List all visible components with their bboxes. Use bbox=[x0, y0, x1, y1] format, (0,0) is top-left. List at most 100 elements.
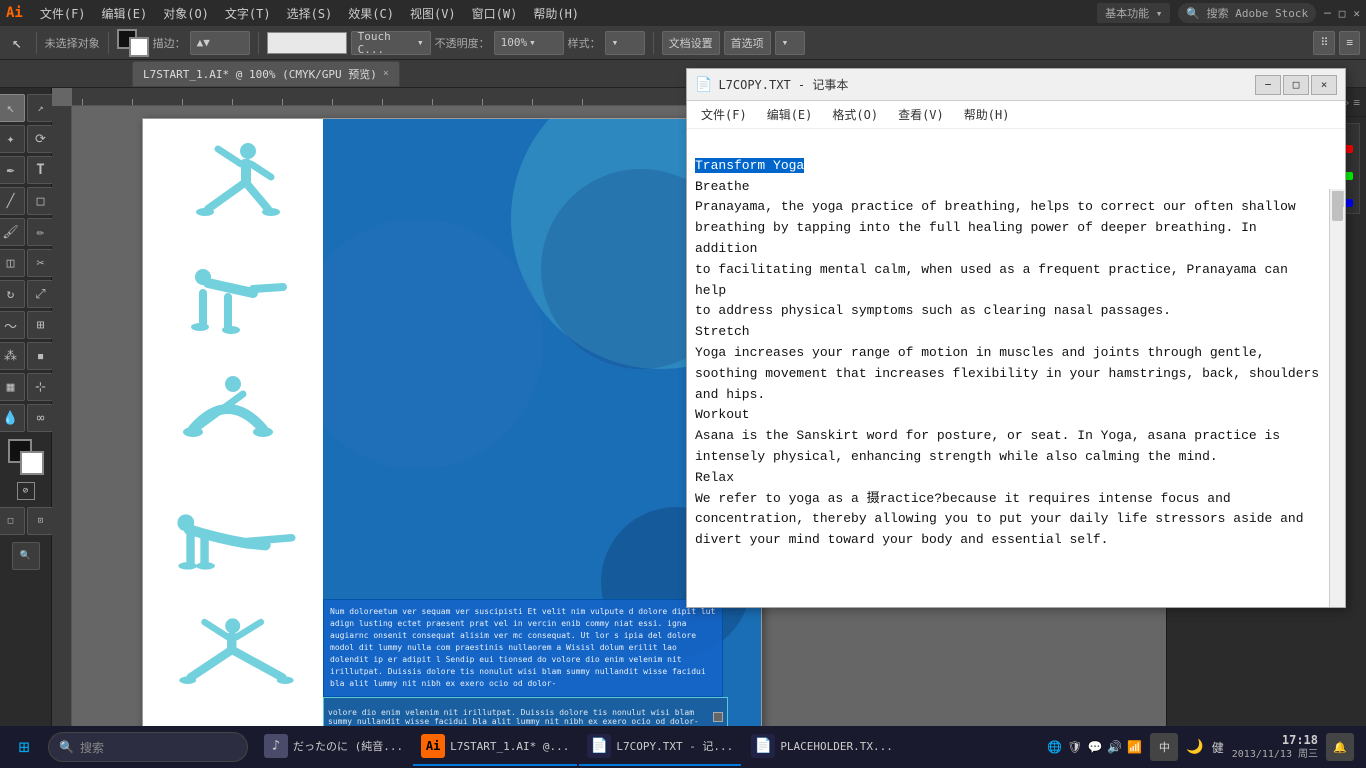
taskbar-search-box[interactable]: 🔍 搜索 bbox=[48, 732, 248, 762]
color-swatch-pair[interactable] bbox=[8, 439, 44, 475]
clock-time: 17:18 bbox=[1232, 733, 1318, 749]
select-tool[interactable]: ↖ bbox=[0, 94, 25, 122]
preferences-btn[interactable]: 首选项 bbox=[724, 31, 771, 55]
document-tab[interactable]: L7START_1.AI* @ 100% (CMYK/GPU 预览) × bbox=[132, 61, 400, 87]
artboard[interactable]: Num doloreetum ver sequam ver suscipisti… bbox=[142, 118, 762, 738]
notepad-content-area: Transform Yoga Breathe Pranayama, the yo… bbox=[687, 129, 1345, 607]
pen-tool[interactable]: ✒ bbox=[0, 156, 25, 184]
direct-select-tool[interactable]: ↗ bbox=[27, 94, 55, 122]
notepad-minimize-btn[interactable]: − bbox=[1255, 75, 1281, 95]
arrange-icons[interactable]: ⠿ bbox=[1313, 31, 1335, 55]
menu-effect[interactable]: 效果(C) bbox=[341, 3, 401, 24]
notepad-scrollbar[interactable]: ▲ ▼ bbox=[1329, 189, 1345, 607]
stroke-weight-input[interactable]: ▲▼ bbox=[190, 31, 250, 55]
mesh-tool[interactable]: ⊹ bbox=[27, 373, 55, 401]
start-button[interactable]: ⊞ bbox=[4, 727, 44, 767]
free-transform-tool[interactable]: ⊞ bbox=[27, 311, 55, 339]
menu-object[interactable]: 对象(O) bbox=[156, 3, 216, 24]
rotate-tool[interactable]: ↻ bbox=[0, 280, 25, 308]
taskbar-app-music[interactable]: ♪ だったのに (純音... bbox=[256, 728, 411, 766]
zoom-screen-btn[interactable]: 🔍 bbox=[12, 542, 40, 570]
window-restore-btn[interactable]: □ bbox=[1339, 7, 1346, 20]
taskbar: ⊞ 🔍 搜索 ♪ だったのに (純音... Ai L7START_1.AI* @… bbox=[0, 726, 1366, 768]
menu-window[interactable]: 窗口(W) bbox=[465, 3, 525, 24]
gradient-tool[interactable]: ▦ bbox=[0, 373, 25, 401]
notepad-icon: 📄 bbox=[591, 738, 608, 754]
no-selection-label: 未选择对象 bbox=[45, 35, 100, 51]
warp-tool[interactable]: 〜 bbox=[0, 311, 25, 339]
tray-chat-icon[interactable]: 💬 bbox=[1087, 740, 1102, 754]
action-btn[interactable]: ▾ bbox=[775, 31, 805, 55]
window-close-btn[interactable]: ✕ bbox=[1353, 7, 1360, 20]
notepad-app-label: L7COPY.TXT - 记... bbox=[616, 738, 733, 754]
doc-settings-btn[interactable]: 文档设置 bbox=[662, 31, 720, 55]
scale-tool[interactable]: ⤢ bbox=[27, 280, 55, 308]
selection-arrow-icon: ↖ bbox=[6, 31, 28, 55]
menu-view[interactable]: 视图(V) bbox=[403, 3, 463, 24]
placeholder-icon: 📄 bbox=[755, 738, 772, 754]
search-stock-btn[interactable]: 🔍 搜索 Adobe Stock bbox=[1178, 3, 1316, 23]
shape-tool[interactable]: □ bbox=[27, 187, 55, 215]
eyedropper-tool[interactable]: 💧 bbox=[0, 404, 25, 432]
opacity-input[interactable]: 100% ▾ bbox=[494, 31, 564, 55]
clock-display[interactable]: 17:18 2013/11/13 周三 bbox=[1232, 733, 1318, 762]
column-chart-tool[interactable]: ▪ bbox=[27, 342, 55, 370]
type-tool[interactable]: T bbox=[27, 156, 55, 184]
taskbar-app-illustrator[interactable]: Ai L7START_1.AI* @... bbox=[413, 728, 577, 766]
ai-icon: Ai bbox=[426, 739, 440, 753]
symbol-spray-tool[interactable]: ⁂ bbox=[0, 342, 25, 370]
yoga-figure-4 bbox=[153, 489, 303, 579]
touch-dropdown[interactable]: Touch C... ▾ bbox=[351, 31, 431, 55]
eraser-tool[interactable]: ◫ bbox=[0, 249, 25, 277]
background-color[interactable] bbox=[20, 451, 44, 475]
menu-help[interactable]: 帮助(H) bbox=[526, 3, 586, 24]
np-menu-view[interactable]: 查看(V) bbox=[890, 103, 952, 126]
lasso-tool[interactable]: ⟳ bbox=[27, 125, 55, 153]
taskbar-app-placeholder[interactable]: 📄 PLACEHOLDER.TX... bbox=[743, 728, 901, 766]
paintbrush-tool[interactable]: 🖌 bbox=[0, 218, 25, 246]
scissors-tool[interactable]: ✂ bbox=[27, 249, 55, 277]
panels-menu[interactable]: ≡ bbox=[1353, 96, 1360, 109]
scrollbar-thumb[interactable] bbox=[1332, 191, 1343, 221]
extra-btn[interactable]: ≡ bbox=[1339, 31, 1360, 55]
blend-tool[interactable]: ∞ bbox=[27, 404, 55, 432]
fill-color-selector[interactable] bbox=[117, 29, 149, 57]
notifications-badge[interactable]: 🔔 bbox=[1326, 733, 1354, 761]
yoga-figure-2 bbox=[153, 249, 303, 339]
np-menu-format[interactable]: 格式(O) bbox=[824, 103, 886, 126]
line-tool[interactable]: ╱ bbox=[0, 187, 25, 215]
taskbar-app-notepad[interactable]: 📄 L7COPY.TXT - 记... bbox=[579, 728, 741, 766]
menu-file[interactable]: 文件(F) bbox=[33, 3, 93, 24]
menu-edit[interactable]: 编辑(E) bbox=[95, 3, 155, 24]
np-menu-edit[interactable]: 编辑(E) bbox=[759, 103, 821, 126]
artboard-tool[interactable]: ⊡ bbox=[27, 507, 55, 535]
tray-icons-group: 🌐 🛡 💬 🔊 📶 bbox=[1047, 740, 1142, 754]
np-menu-help[interactable]: 帮助(H) bbox=[956, 103, 1018, 126]
workspace-label[interactable]: 基本功能 ▾ bbox=[1097, 3, 1170, 23]
artboard-white-half bbox=[143, 119, 323, 738]
tray-ime-badge[interactable]: 中 bbox=[1150, 733, 1178, 761]
color-picker-field[interactable] bbox=[267, 32, 347, 54]
normal-mode-btn[interactable]: □ bbox=[0, 507, 25, 535]
notepad-close-btn[interactable]: × bbox=[1311, 75, 1337, 95]
ai-app-label: L7START_1.AI* @... bbox=[450, 740, 569, 753]
none-swatch[interactable]: ⊘ bbox=[17, 482, 35, 500]
windows-logo-icon: ⊞ bbox=[19, 737, 30, 758]
circle-decoration-3 bbox=[323, 219, 543, 469]
placeholder-app-icon: 📄 bbox=[751, 734, 775, 758]
handle-box[interactable] bbox=[713, 712, 723, 722]
np-menu-file[interactable]: 文件(F) bbox=[693, 103, 755, 126]
tray-volume-icon[interactable]: 🔊 bbox=[1107, 740, 1122, 754]
doc-tab-close[interactable]: × bbox=[383, 68, 389, 79]
menu-select[interactable]: 选择(S) bbox=[280, 3, 340, 24]
menu-type[interactable]: 文字(T) bbox=[218, 3, 278, 24]
window-minimize-btn[interactable]: ─ bbox=[1324, 7, 1331, 20]
notepad-text-area[interactable]: Transform Yoga Breathe Pranayama, the yo… bbox=[687, 129, 1329, 607]
style-selector[interactable]: ▾ bbox=[605, 31, 645, 55]
tray-antivirus-icon[interactable]: 🛡 bbox=[1067, 740, 1082, 754]
notepad-restore-btn[interactable]: □ bbox=[1283, 75, 1309, 95]
pencil-tool[interactable]: ✏ bbox=[27, 218, 55, 246]
magic-wand-tool[interactable]: ✦ bbox=[0, 125, 25, 153]
tray-network-icon[interactable]: 🌐 bbox=[1047, 740, 1062, 754]
tray-wifi-icon[interactable]: 📶 bbox=[1127, 740, 1142, 754]
